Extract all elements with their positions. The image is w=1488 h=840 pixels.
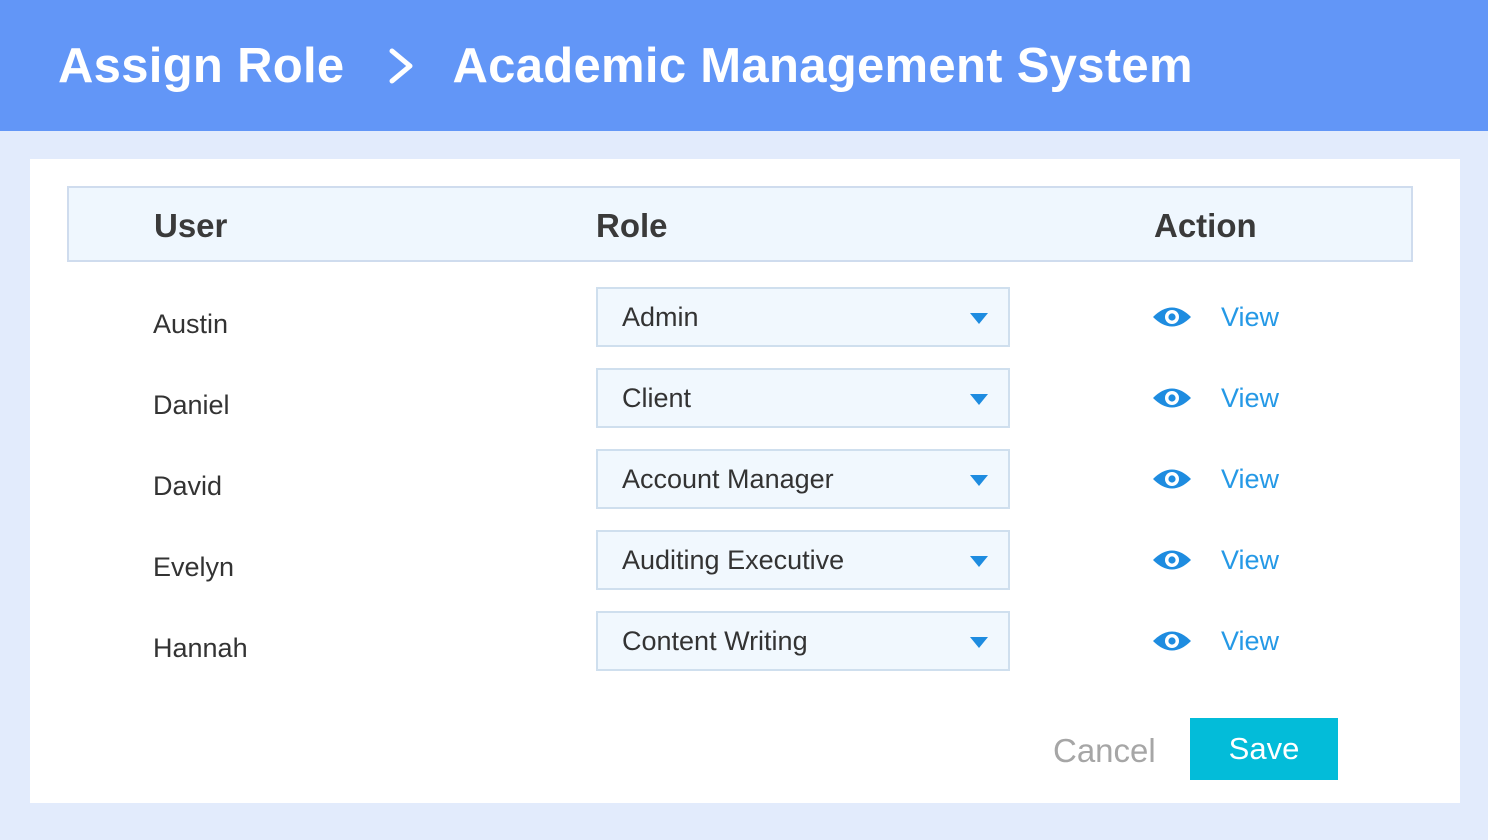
role-select-value: Auditing Executive — [622, 545, 845, 575]
view-link-label: View — [1221, 301, 1280, 332]
eye-icon — [1153, 469, 1191, 489]
user-name: David — [153, 471, 223, 501]
view-button[interactable]: View — [1152, 368, 1279, 428]
view-link-label: View — [1221, 544, 1280, 575]
cancel-button[interactable]: Cancel — [1053, 732, 1156, 770]
user-name: Evelyn — [153, 552, 235, 582]
view-button[interactable]: View — [1152, 287, 1279, 347]
caret-down-icon — [970, 556, 988, 567]
assign-role-card: User Role Action Austin Admin View Danie… — [30, 159, 1460, 803]
caret-down-icon — [970, 475, 988, 486]
role-select-value: Account Manager — [622, 464, 834, 494]
role-select[interactable]: Client — [596, 368, 1010, 428]
role-select[interactable]: Admin — [596, 287, 1010, 347]
eye-icon — [1153, 307, 1191, 327]
column-header-user: User — [154, 207, 228, 244]
column-header-role: Role — [596, 207, 668, 244]
user-name: Hannah — [153, 633, 248, 663]
role-select[interactable]: Content Writing — [596, 611, 1010, 671]
table-row: David Account Manager View — [30, 449, 1460, 509]
role-select[interactable]: Auditing Executive — [596, 530, 1010, 590]
caret-down-icon — [970, 637, 988, 648]
table-row: Daniel Client View — [30, 368, 1460, 428]
breadcrumb-assign-role[interactable]: Assign Role — [58, 38, 344, 94]
caret-down-icon — [970, 313, 988, 324]
role-select-value: Client — [622, 383, 692, 413]
table-header: User Role Action — [67, 186, 1413, 262]
table-row: Evelyn Auditing Executive View — [30, 530, 1460, 590]
role-select-value: Content Writing — [622, 626, 808, 656]
page-header: Assign Role Academic Management System — [0, 0, 1488, 131]
caret-down-icon — [970, 394, 988, 405]
user-name: Daniel — [153, 390, 230, 420]
view-link-label: View — [1221, 625, 1280, 656]
view-button[interactable]: View — [1152, 530, 1279, 590]
role-select[interactable]: Account Manager — [596, 449, 1010, 509]
table-row: Austin Admin View — [30, 287, 1460, 347]
view-link-label: View — [1221, 382, 1280, 413]
eye-icon — [1153, 388, 1191, 408]
save-button[interactable]: Save — [1190, 718, 1338, 780]
eye-icon — [1153, 550, 1191, 570]
eye-icon — [1153, 631, 1191, 651]
view-link-label: View — [1221, 463, 1280, 494]
user-name: Austin — [153, 309, 229, 339]
column-header-action: Action — [1154, 207, 1257, 244]
role-select-value: Admin — [622, 302, 699, 332]
view-button[interactable]: View — [1152, 449, 1279, 509]
table-row: Hannah Content Writing View — [30, 611, 1460, 671]
breadcrumb-current-page: Academic Management System — [452, 38, 1193, 93]
chevron-right-icon — [389, 48, 413, 83]
view-button[interactable]: View — [1152, 611, 1279, 671]
